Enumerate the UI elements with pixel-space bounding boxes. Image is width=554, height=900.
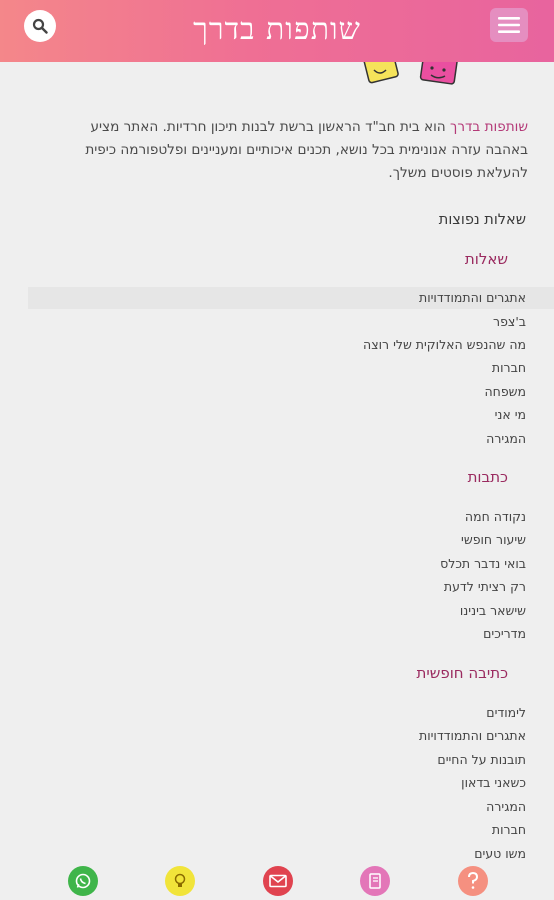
site-logo[interactable]: שותפות בדרך <box>193 12 361 47</box>
intro-brand-link[interactable]: שותפות בדרך <box>450 119 528 135</box>
question-icon <box>468 872 479 889</box>
lightbulb-icon <box>174 873 186 887</box>
faq-heading[interactable]: שאלות נפוצות <box>439 212 526 228</box>
list-item[interactable]: נקודה חמה <box>465 506 526 528</box>
mail-icon <box>269 874 287 888</box>
list-item[interactable]: חברות <box>492 819 526 841</box>
mail-button[interactable] <box>263 866 293 896</box>
mascot-illustration <box>363 62 459 85</box>
whatsapp-icon <box>75 873 91 889</box>
list-item[interactable]: בואי נדבר תכלס <box>440 553 526 575</box>
intro-paragraph: שותפות בדרך הוא בית חב"ד הראשון ברשת לבנ… <box>48 116 528 185</box>
list-item[interactable]: ב'צפר <box>493 311 526 333</box>
list-item[interactable]: אתגרים והתמודדויות <box>28 287 554 309</box>
list-item[interactable]: מי אני <box>495 404 526 426</box>
list-item[interactable]: תובנות על החיים <box>437 749 526 771</box>
section-title-free-writing[interactable]: כתיבה חופשית <box>417 664 508 682</box>
list-item[interactable]: המגירה <box>486 428 526 450</box>
notebook-icon <box>369 873 381 889</box>
section-title-questions[interactable]: שאלות <box>465 250 508 268</box>
search-button[interactable] <box>24 10 56 42</box>
list-item[interactable]: המגירה <box>486 796 526 818</box>
list-item[interactable]: רק רציתי לדעת <box>444 576 526 598</box>
top-header: שותפות בדרך <box>0 0 554 62</box>
search-icon <box>32 18 48 34</box>
list-item[interactable]: מדריכים <box>483 623 526 645</box>
menu-button[interactable] <box>490 8 528 42</box>
notebook-button[interactable] <box>360 866 390 896</box>
list-item[interactable]: מה שהנפש האלוקית שלי רוצה <box>363 334 526 356</box>
lightbulb-button[interactable] <box>165 866 195 896</box>
hamburger-menu-icon <box>498 17 520 33</box>
list-item[interactable]: כשאני בדאון <box>461 772 526 794</box>
bottom-icon-bar <box>0 860 554 900</box>
list-item[interactable]: משפחה <box>485 381 527 403</box>
list-item[interactable]: שישאר בינינו <box>460 600 526 622</box>
list-item[interactable]: חברות <box>492 357 526 379</box>
whatsapp-button[interactable] <box>68 866 98 896</box>
question-button[interactable] <box>458 866 488 896</box>
list-item[interactable]: שיעור חופשי <box>461 529 526 551</box>
section-title-articles[interactable]: כתבות <box>468 468 508 486</box>
list-item[interactable]: אתגרים והתמודדויות <box>419 725 526 747</box>
list-item[interactable]: לימודים <box>486 702 526 724</box>
